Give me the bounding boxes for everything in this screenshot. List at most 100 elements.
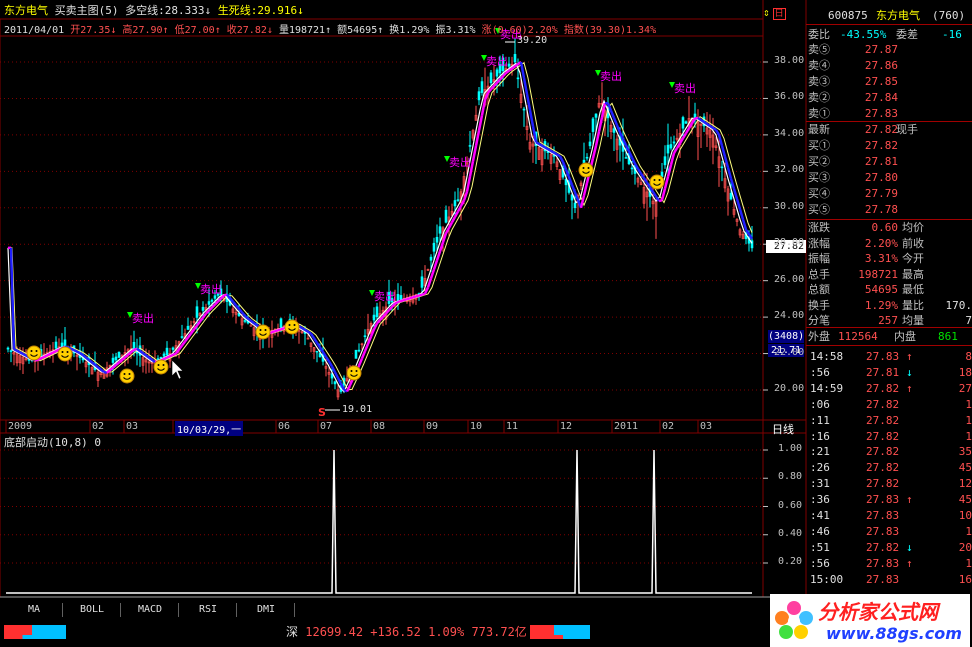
dkx-segment: [726, 167, 733, 179]
dkx-segment: [615, 124, 622, 133]
tab-macd[interactable]: MACD: [122, 603, 179, 617]
watermark-title: 分析家公式网: [818, 600, 938, 624]
dkx-segment: [570, 184, 577, 193]
bid-row: 买② 27.81: [806, 154, 972, 170]
candle-body: [480, 81, 484, 93]
vol-label: 量: [278, 25, 289, 36]
candle-body: [114, 356, 118, 361]
dkx-segment: [49, 351, 54, 356]
turn-value: 1.29%: [399, 25, 430, 36]
open-value: 27.35: [80, 25, 111, 36]
tick-price: 27.83: [866, 524, 900, 538]
candle-body: [477, 91, 481, 101]
dkx-segment: [13, 348, 18, 352]
ask-price: 27.87: [864, 43, 898, 56]
dkx-segment: [345, 384, 352, 393]
dkx-segment: [477, 114, 484, 131]
tab-rsi[interactable]: RSI: [180, 603, 237, 617]
tab-dmi[interactable]: DMI: [238, 603, 295, 617]
high-value: 27.90: [132, 25, 163, 36]
candle-body: [516, 77, 520, 80]
dkx-segment: [508, 67, 513, 72]
dkx-segment: [435, 250, 442, 261]
bid-row: 买③ 27.80: [806, 170, 972, 186]
dkx-segment: [280, 327, 285, 331]
tick-price: 27.82: [866, 429, 900, 443]
dkx-segment: [186, 332, 193, 339]
candle-body: [573, 202, 577, 209]
stat-row: 总手 198721 最高: [806, 267, 972, 283]
dkx-segment: [304, 328, 309, 333]
tick-volume: 1: [965, 429, 972, 443]
x-axis-label: 09: [426, 421, 439, 432]
tick-time: :51: [810, 540, 830, 554]
tick-time: :46: [810, 524, 830, 538]
chart-header: 东方电气 买卖主图(5) 多空线:28.333↓ 生死线:29.916↓: [4, 2, 304, 17]
dkx-segment: [333, 371, 340, 379]
tick-volume: 1: [965, 397, 972, 411]
ma-line: [7, 62, 753, 393]
index-amount: 773.72亿: [471, 625, 527, 639]
bid-price: 27.78: [864, 203, 898, 216]
candle-body: [507, 63, 511, 67]
dkx-segment: [732, 188, 739, 200]
watermark-url: www.88gs.com: [826, 624, 962, 643]
sub-chart-value: 0: [94, 436, 101, 449]
dkx-segment: [357, 357, 364, 367]
last-value: 27.82: [864, 123, 898, 136]
candle-body: [399, 295, 403, 300]
tick-price: 27.82: [866, 477, 900, 491]
dkx-segment: [538, 142, 543, 147]
tab-ma[interactable]: MA: [6, 603, 63, 617]
candle-body: [171, 347, 175, 350]
tick-row: :51 27.82 ↓ 20: [806, 540, 972, 556]
now-label: 现手: [896, 123, 918, 136]
ask-label: 卖④: [808, 59, 830, 72]
buy-signal-smiley-icon: [346, 365, 362, 381]
stat-label-2: 最低: [902, 283, 924, 296]
sell-signal-label: 卖出: [449, 155, 471, 169]
dkx-segment: [312, 337, 319, 344]
candle-body: [210, 299, 214, 302]
tick-row: :11 27.82 1: [806, 413, 972, 429]
dkx-segment: [720, 145, 727, 158]
dkx-segment: [421, 292, 426, 296]
arrow-icon: ↑: [214, 25, 221, 36]
dkx-segment: [336, 377, 343, 385]
candle-body: [333, 381, 337, 385]
ask-label: 卖③: [808, 75, 830, 88]
dkx-segment: [514, 63, 519, 68]
dkx-segment: [541, 144, 546, 149]
chart-name: 买卖主图(5): [54, 4, 119, 17]
candle-body: [495, 69, 499, 77]
bid-label: 买⑤: [808, 203, 830, 216]
candle-body: [429, 256, 433, 261]
x-axis-label: 08: [373, 421, 386, 432]
dkx-segment: [591, 145, 598, 159]
tick-volume: 12: [958, 477, 972, 491]
candle-body: [468, 145, 472, 147]
open-label: 开: [70, 25, 81, 36]
candle-body: [213, 295, 217, 299]
dkx-segment: [582, 182, 589, 196]
stock-name: 东方电气: [4, 4, 48, 17]
ssx-label: 生死线:: [217, 4, 258, 17]
candle-body: [354, 349, 358, 359]
period-label[interactable]: 日线: [772, 421, 794, 437]
chart-corner-icons[interactable]: ⇕ 日: [763, 6, 786, 20]
candle-body: [207, 301, 211, 305]
tick-volume: 8: [965, 350, 972, 363]
sub-chart-title: 底部启动(10,8): [4, 436, 88, 449]
high-price-label: 39.20: [517, 35, 548, 46]
tab-boll[interactable]: BOLL: [64, 603, 121, 617]
tick-price: 27.83: [866, 509, 900, 522]
tick-volume: 18: [958, 365, 972, 379]
ask-price: 27.86: [864, 59, 898, 72]
bid-row: 买④ 27.79: [806, 186, 972, 202]
dkx-segment: [148, 356, 153, 361]
stat-value: 54695: [864, 283, 898, 296]
candle-body: [165, 347, 169, 356]
tick-time: 14:58: [810, 350, 844, 363]
dkx-segment: [43, 354, 48, 359]
stock-code: 600875: [828, 9, 868, 22]
